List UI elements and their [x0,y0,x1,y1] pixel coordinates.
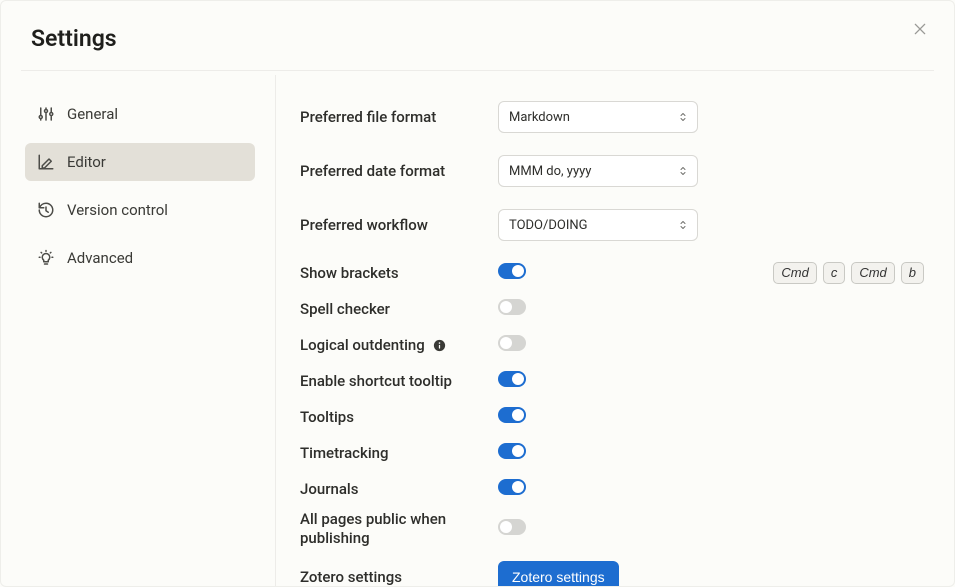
toggle-knob [512,373,524,385]
shortcut-tooltip-toggle[interactable] [498,371,526,387]
sidebar-item-label: Editor [67,153,106,171]
all-pages-public-toggle[interactable] [498,519,526,535]
tooltips-toggle[interactable] [498,407,526,423]
journals-toggle[interactable] [498,479,526,495]
select-value: Markdown [509,110,570,125]
kbd-key: Cmd [851,262,894,284]
file-format-select[interactable]: Markdown [498,101,698,133]
sidebar-item-general[interactable]: General [25,95,255,133]
setting-row-timetracking: Timetracking [300,435,924,471]
setting-label: Tooltips [300,408,498,427]
setting-label: Spell checker [300,300,498,319]
setting-row-zotero: Zotero settings Zotero settings [300,555,924,587]
toggle-knob [512,445,524,457]
toggle-knob [500,337,512,349]
settings-sidebar: General Editor Version control Advanced [1,75,276,587]
sidebar-item-editor[interactable]: Editor [25,143,255,181]
setting-row-spell-checker: Spell checker [300,291,924,327]
setting-label: Journals [300,480,498,499]
close-icon [912,21,928,41]
info-icon[interactable] [432,338,447,353]
logical-outdenting-toggle[interactable] [498,335,526,351]
sliders-icon [37,105,55,123]
select-value: MMM do, yyyy [509,164,591,179]
show-brackets-toggle[interactable] [498,263,526,279]
date-format-select[interactable]: MMM do, yyyy [498,155,698,187]
settings-main-panel: Preferred file format Markdown Preferred… [276,75,954,587]
kbd-key: b [901,262,924,284]
dialog-title: Settings [1,1,954,70]
setting-row-file-format: Preferred file format Markdown [300,95,924,139]
sidebar-item-label: Version control [67,201,168,219]
keyboard-shortcut: Cmd c Cmd b [773,262,924,284]
settings-dialog: Settings General Editor Version contr [0,0,955,587]
dialog-body: General Editor Version control Advanced [1,75,954,587]
setting-row-tooltips: Tooltips [300,399,924,435]
kbd-key: Cmd [773,262,816,284]
toggle-knob [500,521,512,533]
chevrons-up-down-icon [677,110,689,124]
setting-label: Timetracking [300,444,498,463]
setting-label: All pages public when publishing [300,510,498,548]
setting-row-journals: Journals [300,471,924,507]
workflow-select[interactable]: TODO/DOING [498,209,698,241]
toggle-knob [512,409,524,421]
setting-row-workflow: Preferred workflow TODO/DOING [300,203,924,247]
sidebar-item-label: General [67,105,118,123]
setting-label: Preferred workflow [300,216,498,235]
setting-row-date-format: Preferred date format MMM do, yyyy [300,149,924,193]
zotero-settings-button[interactable]: Zotero settings [498,561,619,587]
setting-label: Preferred date format [300,162,498,181]
setting-row-show-brackets: Show brackets Cmd c Cmd b [300,255,924,291]
close-button[interactable] [908,19,932,43]
spell-checker-toggle[interactable] [498,299,526,315]
setting-label: Zotero settings [300,568,498,587]
setting-label: Show brackets [300,264,498,283]
kbd-key: c [823,262,846,284]
edit-panel-icon [37,153,55,171]
toggle-knob [512,481,524,493]
sidebar-item-advanced[interactable]: Advanced [25,239,255,277]
setting-label: Preferred file format [300,108,498,127]
sidebar-item-label: Advanced [67,249,133,267]
setting-label: Enable shortcut tooltip [300,372,498,391]
setting-label-text: Logical outdenting [300,336,425,355]
setting-row-logical-outdenting: Logical outdenting [300,327,924,363]
setting-row-shortcut-tooltip: Enable shortcut tooltip [300,363,924,399]
lightbulb-icon [37,249,55,267]
chevrons-up-down-icon [677,164,689,178]
chevrons-up-down-icon [677,218,689,232]
select-value: TODO/DOING [509,218,588,233]
timetracking-toggle[interactable] [498,443,526,459]
setting-row-all-pages-public: All pages public when publishing [300,507,924,551]
toggle-knob [500,301,512,313]
sidebar-item-version-control[interactable]: Version control [25,191,255,229]
header-divider [21,70,934,71]
setting-label: Logical outdenting [300,336,498,355]
toggle-knob [512,265,524,277]
history-icon [37,201,55,219]
